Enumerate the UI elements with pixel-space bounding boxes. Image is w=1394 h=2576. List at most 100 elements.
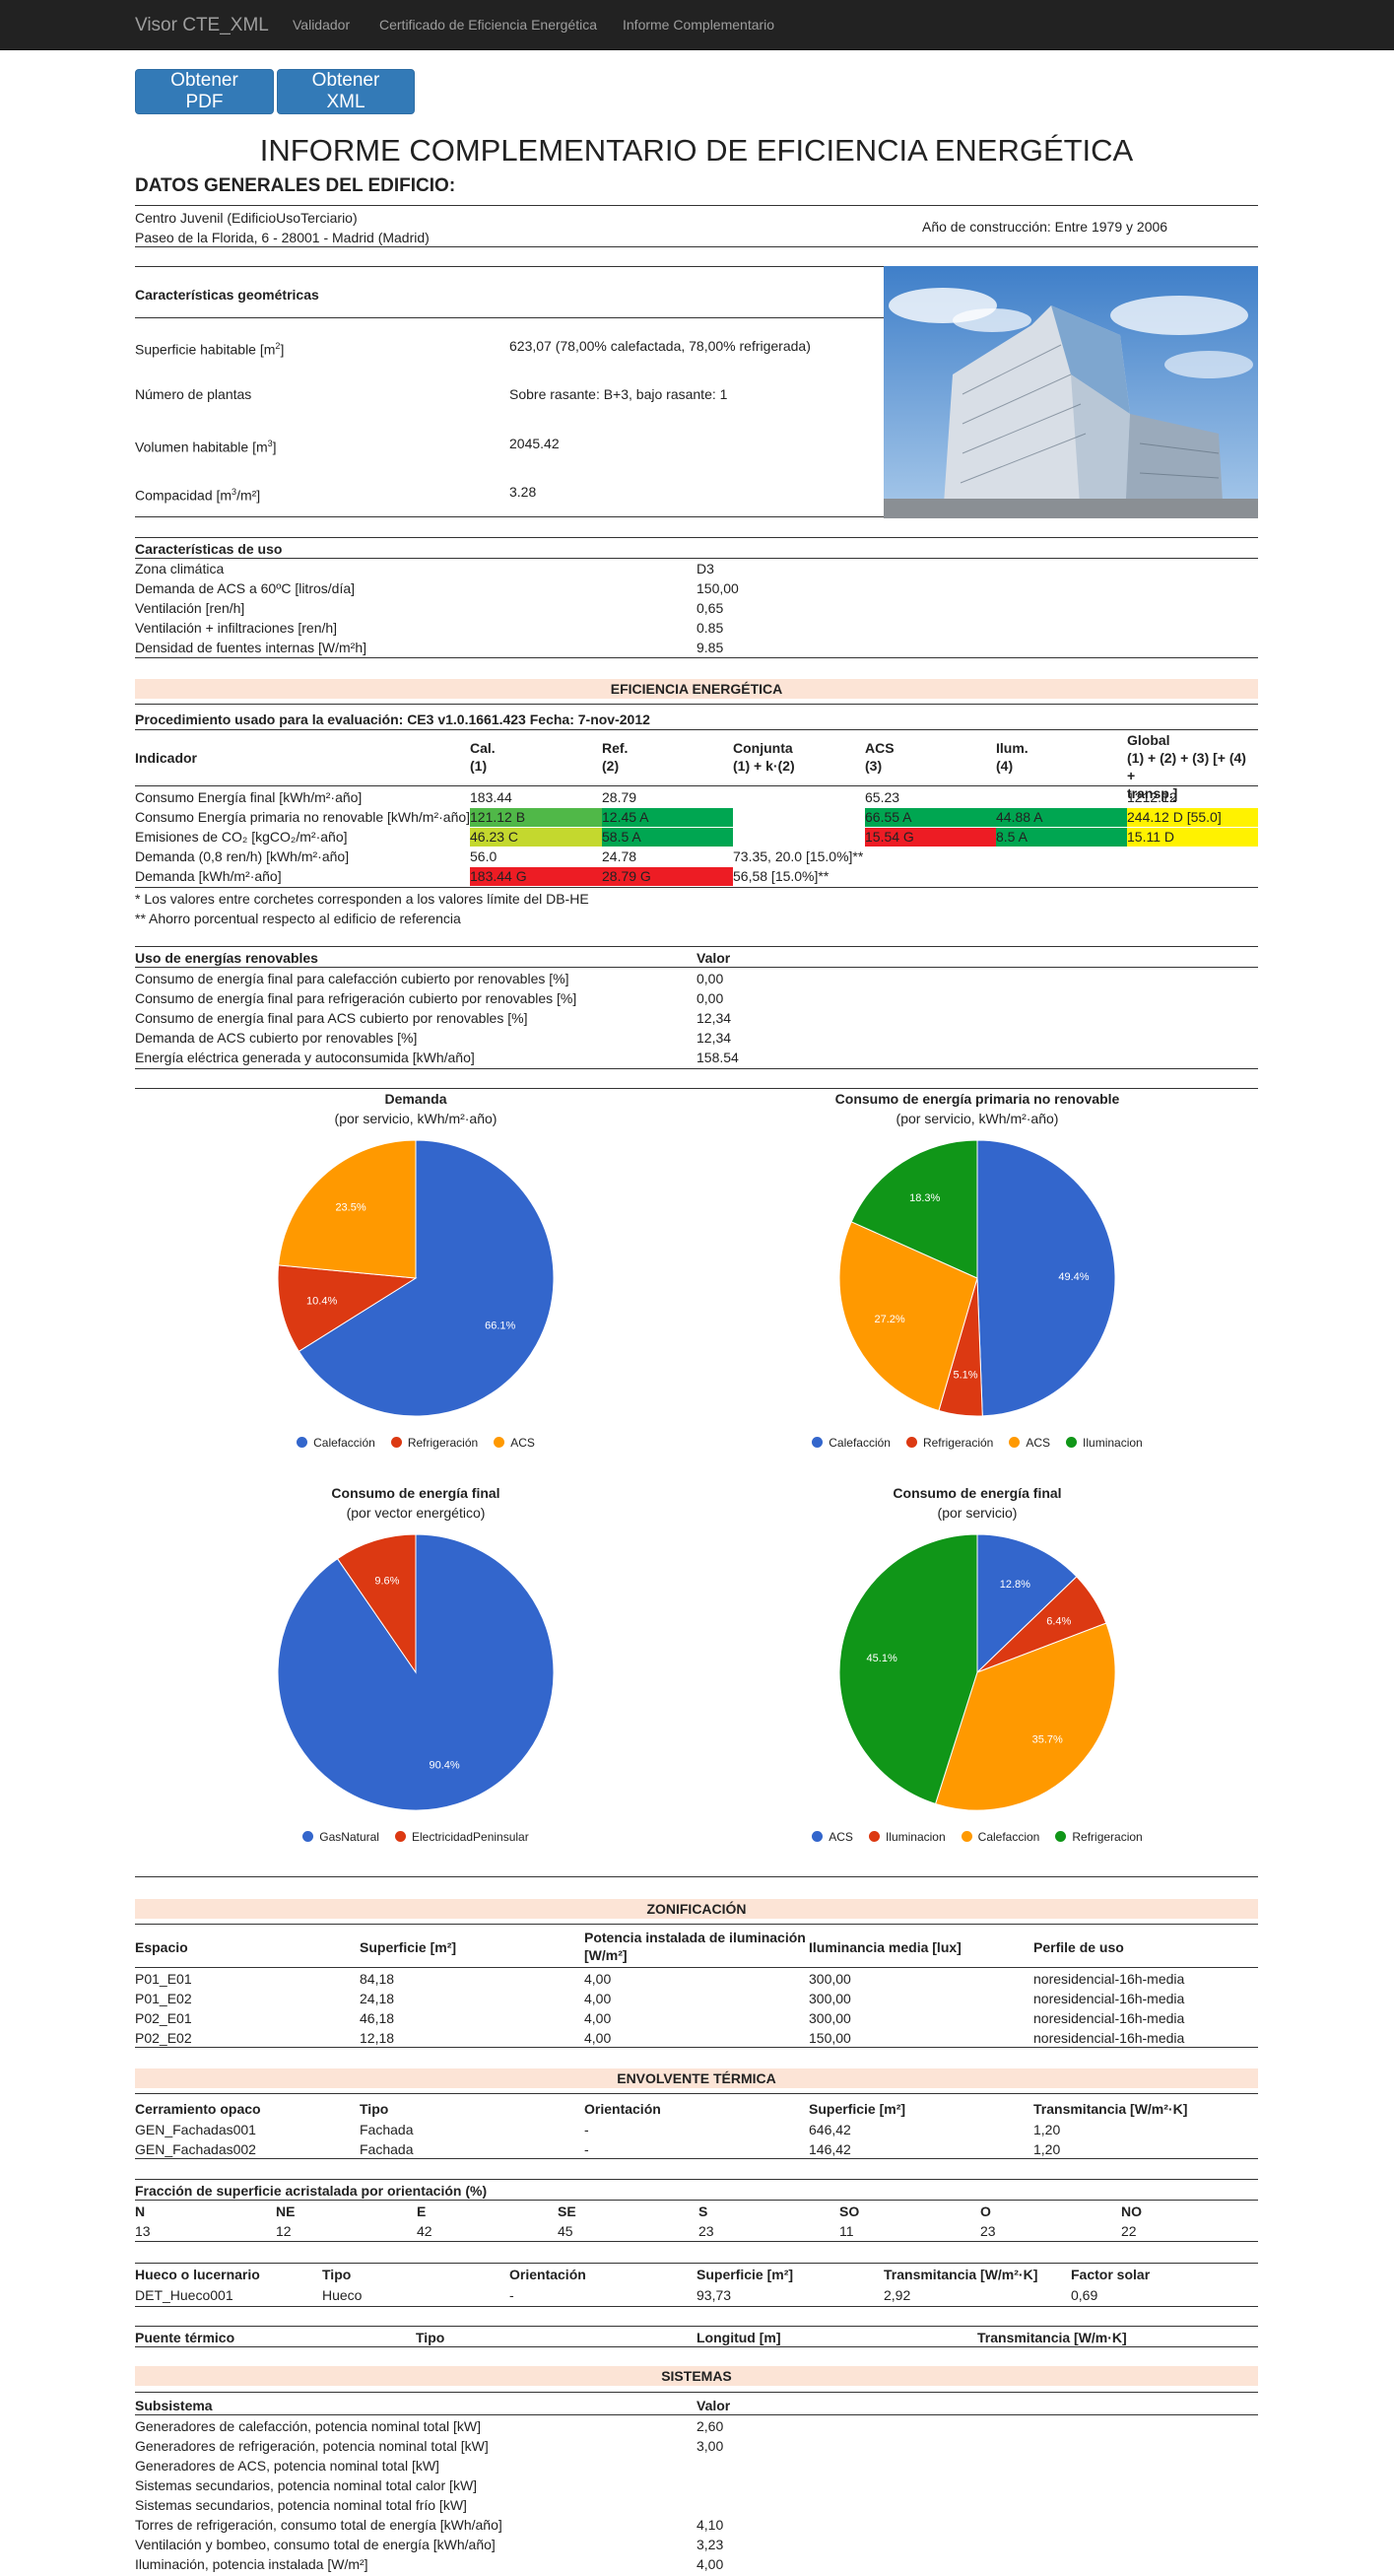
hueco-header-cell: Transmitancia [W/m²·K] — [884, 2267, 1038, 2282]
legend-dot-icon — [905, 1437, 917, 1448]
table-cell: 121.12 B — [470, 808, 602, 827]
legend-dot-icon — [812, 1831, 824, 1842]
zonificacion-header-cell: Potencia instalada de iluminación [W/m²] — [584, 1930, 806, 1963]
table-header-cell: Conjunta (1) + k·(2) — [733, 740, 795, 774]
sistemas-value: 3,23 — [697, 2537, 724, 2552]
pie-slice-label: 23.5% — [335, 1202, 365, 1214]
table-row-label: Demanda (0,8 ren/h) [kWh/m²·año] — [135, 848, 350, 864]
renovables-value: 12,34 — [697, 1030, 732, 1046]
pie-slice-label: 9.6% — [374, 1575, 399, 1587]
fraccion-header-cell: S — [698, 2203, 708, 2219]
table-cell: 183.44 — [470, 789, 512, 805]
zonificacion-cell: P02_E02 — [135, 2030, 192, 2046]
zonificacion-cell: 150,00 — [809, 2030, 851, 2046]
legend-item: Calefaccion — [961, 1830, 1039, 1844]
building-photo — [884, 266, 1258, 518]
envolvente-heading: ENVOLVENTE TÉRMICA — [135, 2068, 1258, 2088]
legend-label: ACS — [510, 1436, 535, 1450]
legend-item: Iluminacion — [868, 1830, 946, 1844]
renovables-value: 0,00 — [697, 971, 724, 986]
table-cell: 1212.12 — [1127, 789, 1177, 805]
uso-value: 0.85 — [697, 620, 724, 636]
navbar: Visor CTE_XML Validador Certificado de E… — [0, 0, 1394, 50]
obtener-xml-button[interactable]: Obtener XML — [277, 69, 415, 114]
building-name: Centro Juvenil (EdificioUsoTerciario) — [135, 210, 358, 226]
fraccion-header-cell: NO — [1121, 2203, 1142, 2219]
chart-subtitle: (por servicio, kWh/m²·año) — [896, 1111, 1059, 1126]
chart-legend: Calefacción Refrigeración ACS Iluminacion — [697, 1436, 1258, 1450]
pie-slice-label: 6.4% — [1046, 1615, 1071, 1627]
nav-link-validador[interactable]: Validador — [293, 17, 350, 33]
legend-label: Calefacción — [829, 1436, 891, 1450]
chart-title: Consumo de energía final — [331, 1485, 500, 1501]
chart-subtitle: (por servicio) — [937, 1505, 1018, 1521]
legend-dot-icon — [302, 1831, 314, 1842]
opaco-cell: - — [584, 2122, 589, 2137]
brand-link[interactable]: Visor CTE_XML — [135, 15, 269, 36]
renovables-header-label: Uso de energías renovables — [135, 950, 318, 966]
table-cell: 12.45 A — [602, 808, 733, 827]
zonificacion-cell: 4,00 — [584, 1991, 612, 2006]
table-header-cell: Ref. (2) — [602, 740, 629, 774]
zonificacion-cell: 84,18 — [360, 1971, 395, 1987]
pie-svg: 49.4% 5.1% 27.2% 18.3% — [838, 1139, 1116, 1417]
uso-value: 150,00 — [697, 580, 739, 596]
legend-item: Refrigeración — [390, 1436, 478, 1450]
table-row-label: Consumo Energía primaria no renovable [k… — [135, 809, 471, 825]
table-cell: 15.54 G — [865, 828, 996, 847]
sistemas-value: 4,10 — [697, 2517, 724, 2533]
page-title: INFORME COMPLEMENTARIO DE EFICIENCIA ENE… — [259, 133, 1134, 168]
table-cell: 58.5 A — [602, 828, 733, 847]
chart-title: Consumo de energía final — [893, 1485, 1062, 1501]
legend-dot-icon — [297, 1437, 308, 1448]
note-1: * Los valores entre corchetes correspond… — [135, 891, 589, 907]
table-cell: 65.23 — [865, 789, 900, 805]
chart-title: Demanda — [384, 1091, 447, 1107]
fraccion-cell: 45 — [558, 2223, 573, 2239]
table-cell — [996, 847, 1127, 866]
zonificacion-cell: P01_E02 — [135, 1991, 192, 2006]
table-cell — [733, 808, 865, 827]
pie-slice-label: 35.7% — [1032, 1733, 1063, 1745]
renovables-label: Consumo de energía final para calefacció… — [135, 971, 569, 986]
renovables-label: Consumo de energía final para refrigerac… — [135, 990, 577, 1006]
building-address: Paseo de la Florida, 6 - 28001 - Madrid … — [135, 230, 430, 245]
opaco-header-cell: Tipo — [360, 2101, 389, 2117]
renovables-value: 0,00 — [697, 990, 724, 1006]
table-cell: 24.78 — [602, 848, 637, 864]
opaco-cell: 1,20 — [1033, 2122, 1061, 2137]
obtener-pdf-button[interactable]: Obtener PDF — [135, 69, 274, 114]
legend-label: Iluminacion — [885, 1830, 946, 1844]
geom-value-compacidad: 3.28 — [509, 484, 537, 500]
fraccion-heading: Fracción de superficie acristalada por o… — [135, 2183, 488, 2199]
nav-link-certificado[interactable]: Certificado de Eficiencia Energética — [379, 17, 597, 33]
table-cell: 28.79 G — [602, 867, 733, 886]
legend-item: Calefacción — [812, 1436, 891, 1450]
legend-item: ACS — [1009, 1436, 1050, 1450]
pie-slice — [976, 1139, 1116, 1417]
legend-item: Refrigeracion — [1055, 1830, 1143, 1844]
fraccion-cell: 42 — [417, 2223, 432, 2239]
legend-label: ACS — [829, 1830, 853, 1844]
renovables-value: 158.54 — [697, 1050, 739, 1065]
opaco-cell: 146,42 — [809, 2141, 851, 2157]
table-header-cell: Indicador — [135, 750, 198, 766]
opaco-cell: Fachada — [360, 2122, 414, 2137]
hueco-header-cell: Tipo — [322, 2267, 352, 2282]
table-cell — [1127, 867, 1258, 886]
datos-generales-heading: DATOS GENERALES DEL EDIFICIO: — [135, 175, 456, 196]
building-image — [884, 266, 1258, 518]
zonificacion-cell: 300,00 — [809, 2010, 851, 2026]
sistemas-value: 4,00 — [697, 2556, 724, 2572]
fraccion-header-cell: O — [980, 2203, 991, 2219]
fraccion-cell: 22 — [1121, 2223, 1137, 2239]
geom-label-compacidad: Compacidad [m3/m²] — [135, 487, 261, 504]
legend-dot-icon — [961, 1831, 972, 1842]
uso-value: 0,65 — [697, 600, 724, 616]
nav-link-informe[interactable]: Informe Complementario — [623, 17, 774, 33]
chart-subtitle: (por servicio, kWh/m²·año) — [334, 1111, 498, 1126]
legend-item: Iluminacion — [1066, 1436, 1143, 1450]
chart-legend: GasNatural ElectricidadPeninsular — [135, 1830, 697, 1844]
hueco-cell: 2,92 — [884, 2287, 911, 2303]
table-cell: 28.79 — [602, 789, 637, 805]
